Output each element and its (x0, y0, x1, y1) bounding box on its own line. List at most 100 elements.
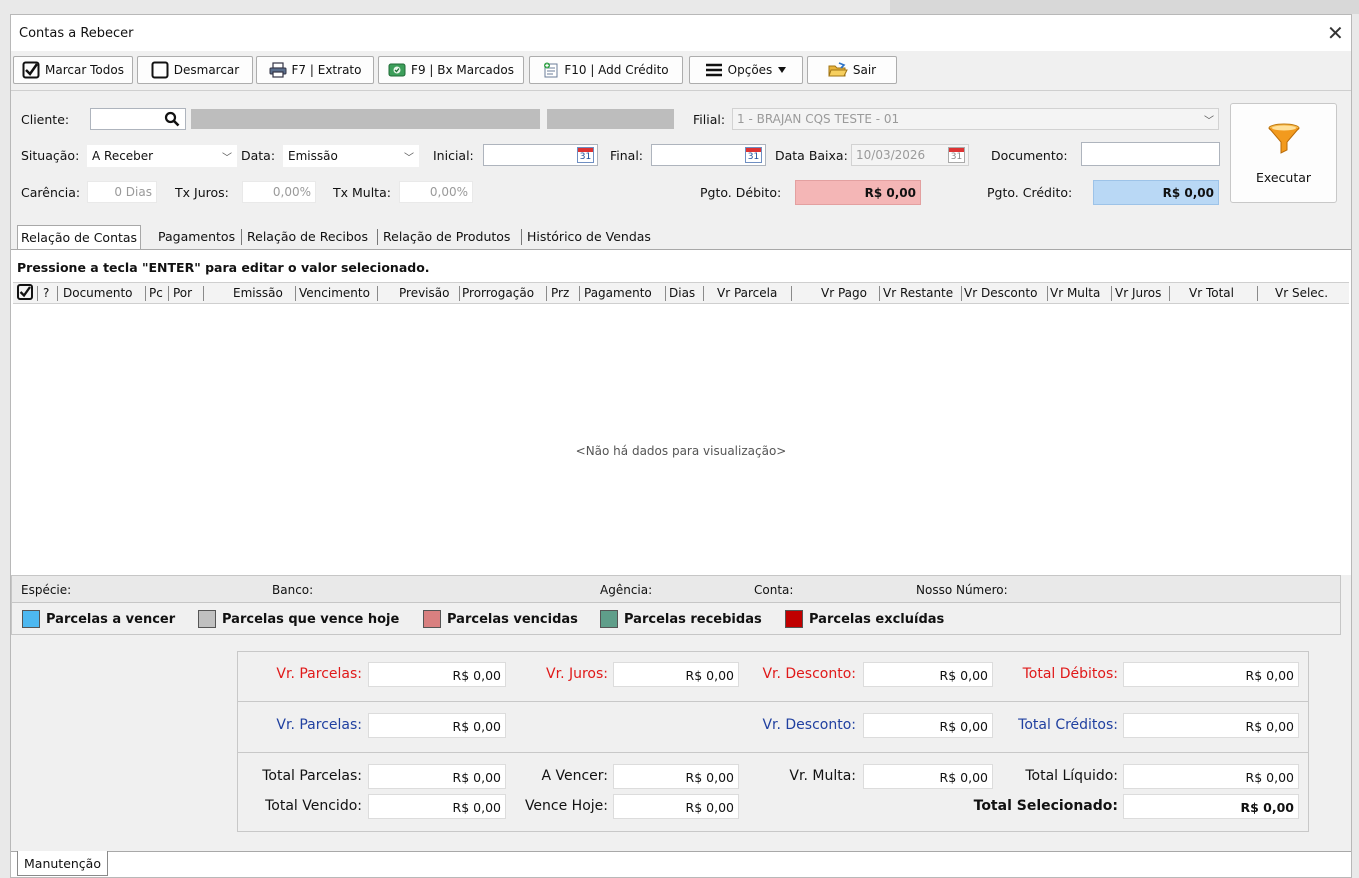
tab-relacao-de-produtos[interactable]: Relação de Produtos (380, 227, 513, 246)
filial-select[interactable]: 1 - BRAJAN CQS TESTE - 01 ﹀ (732, 108, 1219, 130)
add-credit-button[interactable]: F10 | Add Crédito (529, 56, 683, 84)
tab-historico-de-vendas[interactable]: Histórico de Vendas (524, 227, 654, 246)
total-debitos-label: Total Débitos: (1022, 666, 1118, 682)
credit-vr-desconto-value: R$ 0,00 (863, 713, 993, 738)
documento-label: Documento: (991, 148, 1068, 163)
checkbox-checked-icon (22, 61, 40, 79)
column-separator (145, 286, 146, 301)
title-bar: Contas a Rebecer ✕ (11, 15, 1351, 51)
tx-multa-label: Tx Multa: (333, 185, 391, 200)
cliente-label: Cliente: (21, 112, 70, 127)
tab-separator (521, 229, 522, 245)
debit-vr-parcelas-label: Vr. Parcelas: (276, 666, 362, 682)
tab-relacao-de-recibos[interactable]: Relação de Recibos (244, 227, 371, 246)
col-por[interactable]: Por (173, 286, 192, 300)
final-date-input[interactable]: 31 (651, 144, 766, 166)
tab-manutencao[interactable]: Manutenção (17, 851, 108, 876)
carencia-input[interactable]: 0 Dias (87, 181, 157, 203)
status-legend: Parcelas a vencer Parcelas que vence hoj… (11, 603, 1341, 635)
data-type-select[interactable]: Emissão ﹀ (283, 145, 419, 167)
printer-icon (269, 62, 287, 78)
inicial-date-input[interactable]: 31 (483, 144, 598, 166)
col-prorrogacao[interactable]: Prorrogação (462, 286, 534, 300)
col-dias[interactable]: Dias (669, 286, 695, 300)
cliente-input[interactable] (90, 108, 186, 130)
col-vr-multa[interactable]: Vr Multa (1050, 286, 1100, 300)
tab-relacao-de-contas[interactable]: Relação de Contas (17, 225, 142, 250)
total-creditos-label: Total Créditos: (1018, 717, 1118, 733)
settle-marked-button[interactable]: F9 | Bx Marcados (378, 56, 524, 84)
column-separator (791, 286, 792, 301)
chevron-down-icon: ﹀ (1204, 116, 1214, 127)
filial-value: 1 - BRAJAN CQS TESTE - 01 (737, 112, 900, 126)
debit-vr-juros-value: R$ 0,00 (613, 662, 739, 687)
col-pc[interactable]: Pc (149, 286, 163, 300)
add-credit-label: F10 | Add Crédito (564, 63, 669, 77)
column-separator (168, 286, 169, 301)
a-vencer-value: R$ 0,00 (613, 764, 739, 789)
execute-label: Executar (1255, 170, 1312, 185)
col-documento[interactable]: Documento (63, 286, 133, 300)
column-separator (1169, 286, 1170, 301)
settle-marked-label: F9 | Bx Marcados (411, 63, 514, 77)
add-list-icon (543, 62, 559, 78)
col-pagamento[interactable]: Pagamento (584, 286, 652, 300)
col-previsao[interactable]: Previsão (399, 286, 449, 300)
column-separator (295, 286, 296, 301)
col-status[interactable]: ? (43, 286, 49, 300)
cliente-code-display (547, 109, 674, 129)
column-separator (703, 286, 704, 301)
statement-button[interactable]: F7 | Extrato (256, 56, 374, 84)
col-vr-restante[interactable]: Vr Restante (883, 286, 953, 300)
legend-label-vence-hoje: Parcelas que vence hoje (222, 612, 400, 627)
vence-hoje-value: R$ 0,00 (613, 794, 739, 819)
options-dropdown-button[interactable]: Opções (689, 56, 803, 84)
select-all-checkbox-icon[interactable] (17, 284, 33, 303)
money-settle-icon (388, 62, 406, 78)
situacao-label: Situação: (21, 148, 80, 163)
debit-vr-desconto-label: Vr. Desconto: (762, 666, 856, 682)
chevron-down-icon: ﹀ (404, 153, 414, 164)
col-vr-pago[interactable]: Vr Pago (821, 286, 867, 300)
background-window-strip (890, 0, 1359, 14)
total-liquido-value: R$ 0,00 (1123, 764, 1299, 789)
unmark-button[interactable]: Desmarcar (137, 56, 253, 84)
close-icon[interactable]: ✕ (1327, 21, 1344, 45)
situacao-select[interactable]: A Receber ﹀ (87, 145, 237, 167)
calendar-icon[interactable]: 31 (577, 147, 594, 163)
tx-multa-input[interactable]: 0,00% (399, 181, 473, 203)
col-vencimento[interactable]: Vencimento (299, 286, 370, 300)
legend-swatch-a-vencer (22, 610, 40, 628)
data-baixa-value: 10/03/2026 (856, 148, 926, 162)
calendar-icon[interactable]: 31 (745, 147, 762, 163)
legend-label-vencidas: Parcelas vencidas (447, 612, 578, 627)
unmark-label: Desmarcar (173, 63, 240, 77)
documento-input[interactable] (1081, 142, 1220, 166)
column-separator (57, 286, 58, 301)
tx-juros-input[interactable]: 0,00% (242, 181, 316, 203)
especie-label: Espécie: (21, 583, 72, 597)
col-vr-parcela[interactable]: Vr Parcela (717, 286, 777, 300)
debit-vr-parcelas-value: R$ 0,00 (368, 662, 506, 687)
column-separator (579, 286, 580, 301)
debit-vr-juros-label: Vr. Juros: (546, 666, 608, 682)
funnel-filter-icon (1267, 122, 1301, 159)
col-vr-selec[interactable]: Vr Selec. (1275, 286, 1328, 300)
search-icon[interactable] (164, 111, 180, 129)
total-parcelas-label: Total Parcelas: (262, 768, 362, 784)
mark-all-button[interactable]: Marcar Todos (13, 56, 133, 84)
col-vr-juros[interactable]: Vr Juros (1115, 286, 1161, 300)
col-emissao[interactable]: Emissão (233, 286, 283, 300)
chevron-down-icon: ﹀ (222, 153, 232, 164)
exit-button[interactable]: Sair (807, 56, 897, 84)
col-vr-total[interactable]: Vr Total (1189, 286, 1234, 300)
col-prz[interactable]: Prz (551, 286, 569, 300)
col-vr-desconto[interactable]: Vr Desconto (964, 286, 1037, 300)
execute-button[interactable]: Executar (1230, 103, 1337, 203)
tab-pagamentos[interactable]: Pagamentos (155, 227, 238, 246)
legend-label-excluidas: Parcelas excluídas (809, 612, 945, 627)
bottom-tab-bar: Manutenção (11, 851, 1351, 877)
banco-label: Banco: (272, 583, 314, 597)
legend-label-a-vencer: Parcelas a vencer (46, 612, 176, 627)
empty-grid-message: <Não há dados para visualização> (575, 444, 787, 458)
